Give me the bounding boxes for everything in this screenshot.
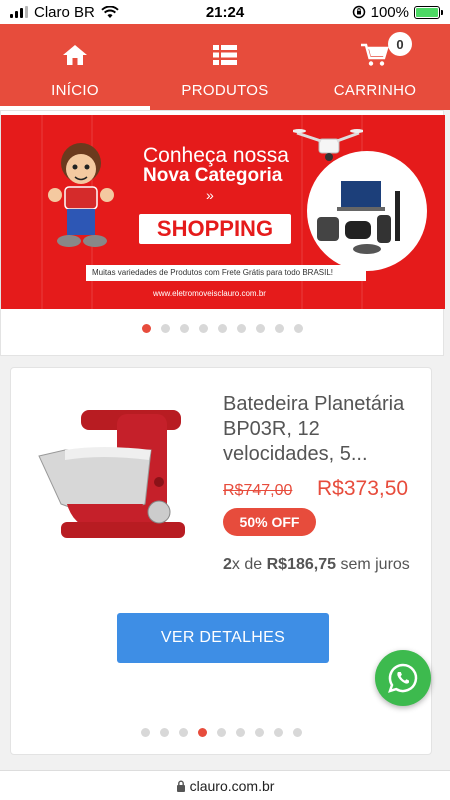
list-icon [213, 42, 237, 68]
product-pagination-dot[interactable] [273, 728, 283, 737]
status-bar: Claro BR 21:24 100% [0, 0, 450, 24]
product-pagination-dot[interactable] [292, 728, 302, 737]
banner-pagination-dot[interactable] [255, 324, 265, 333]
product-pagination-dot[interactable] [140, 728, 150, 737]
product-pagination-dot[interactable] [235, 728, 245, 737]
product-old-price: R$747,00 [223, 482, 293, 499]
banner-pagination-dot[interactable] [236, 324, 246, 333]
installments-value: R$186,75 [266, 556, 336, 573]
product-name[interactable]: Batedeira Planetária BP03R, 12 velocidad… [223, 392, 423, 467]
product-card[interactable]: Batedeira Planetária BP03R, 12 velocidad… [10, 367, 432, 755]
banner-pagination-dot[interactable] [141, 324, 151, 333]
home-icon [62, 42, 88, 68]
browser-url-bar[interactable]: clauro.com.br [0, 770, 450, 800]
product-new-price: R$373,50 [317, 477, 409, 500]
banner-pagination-dot[interactable] [274, 324, 284, 333]
banner-url: www.eletromoveisclauro.com.br [153, 289, 266, 298]
mascot-image [48, 143, 114, 247]
battery-percent: 100% [370, 3, 409, 21]
main-nav: INÍCIO PRODUTOS CARRINHO 0 [0, 24, 450, 110]
promo-banner[interactable]: Conheça nossa Nova Categoria » SHOPPING … [1, 115, 445, 309]
battery-icon [414, 5, 443, 19]
product-pagination-dot[interactable] [178, 728, 188, 737]
wifi-icon [101, 5, 119, 18]
drone-image [293, 129, 363, 161]
installments-suffix: sem juros [340, 556, 410, 573]
url-domain: clauro.com.br [189, 777, 275, 794]
lock-icon [176, 780, 185, 792]
banner-pagination-dot[interactable] [198, 324, 208, 333]
product-pagination-dot[interactable] [216, 728, 226, 737]
nav-label-carrinho: CARRINHO [333, 82, 417, 99]
banner-free-shipping-strip: Muitas variedades de Produtos com Frete … [86, 265, 366, 281]
nav-item-inicio[interactable]: INÍCIO [0, 24, 150, 110]
banner-pagination[interactable] [1, 324, 443, 333]
banner-pagination-dot[interactable] [179, 324, 189, 333]
banner-headline: Conheça nossa [143, 144, 289, 167]
nav-label-produtos: PRODUTOS [181, 82, 269, 99]
banner-chevron: » [206, 187, 214, 203]
cart-icon [361, 42, 389, 68]
discount-badge: 50% OFF [223, 508, 316, 536]
installments-prefix: x de [231, 556, 263, 573]
orientation-lock-icon [352, 5, 365, 19]
banner-pagination-dot[interactable] [160, 324, 170, 333]
banner-pagination-dot[interactable] [217, 324, 227, 333]
banner-category-label: SHOPPING [139, 214, 291, 244]
banner-pagination-dot[interactable] [293, 324, 303, 333]
banner-carousel[interactable]: Conheça nossa Nova Categoria » SHOPPING … [0, 110, 445, 356]
carrier-name: Claro BR [34, 3, 95, 21]
whatsapp-button[interactable] [375, 650, 431, 706]
products-collage [307, 151, 427, 271]
product-pagination[interactable] [11, 728, 431, 737]
nav-item-carrinho[interactable]: CARRINHO 0 [300, 24, 450, 110]
banner-subheadline: Nova Categoria [143, 165, 283, 186]
view-details-button[interactable]: VER DETALHES [117, 613, 329, 663]
product-image [38, 410, 185, 538]
signal-icon [10, 6, 28, 18]
product-pagination-dot[interactable] [254, 728, 264, 737]
cart-count-badge: 0 [388, 32, 412, 56]
whatsapp-icon [388, 663, 418, 693]
installments-count: 2 [223, 556, 232, 573]
product-pagination-dot[interactable] [197, 728, 207, 737]
installments-text: 2x de R$186,75 sem juros [223, 556, 410, 574]
nav-item-produtos[interactable]: PRODUTOS [150, 24, 300, 110]
product-pagination-dot[interactable] [159, 728, 169, 737]
nav-label-inicio: INÍCIO [51, 82, 99, 99]
